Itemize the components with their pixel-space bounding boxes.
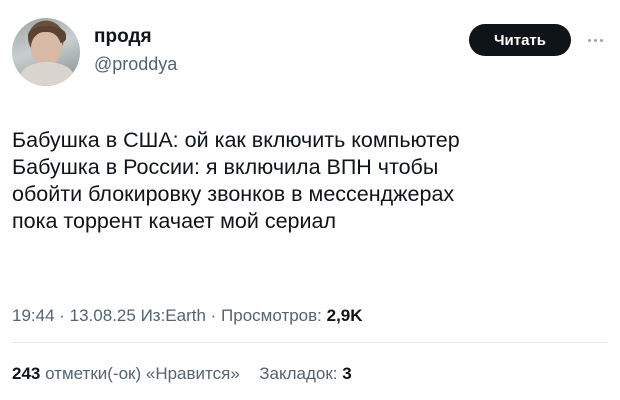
tweet-line: Бабушка в России: я включила ВПН чтобы: [12, 155, 439, 179]
meta-separator: ·: [54, 306, 70, 325]
bookmarks-stat[interactable]: Закладок: 3: [259, 364, 351, 383]
likes-label: отметки(-ок) «Нравится»: [40, 364, 240, 383]
tweet-date[interactable]: 13.08.25: [70, 306, 136, 325]
likes-count: 243: [12, 364, 41, 383]
tweet-text: Бабушка в США: ой как включить компьютер…: [12, 127, 612, 235]
more-dot: [593, 38, 597, 42]
bookmarks-count: 3: [342, 364, 352, 383]
avatar-shirt: [20, 62, 74, 86]
follow-button[interactable]: Читать: [469, 24, 571, 56]
avatar-face: [31, 32, 61, 66]
tweet-card: продя @proddya Читать Бабушка в США: ой …: [0, 0, 620, 400]
tweet-line: обойти блокировку звонков в мессенджерах: [12, 182, 455, 206]
author-display-name[interactable]: продя: [94, 26, 152, 48]
tweet-line: Бабушка в США: ой как включить компьютер: [12, 128, 460, 152]
author-handle[interactable]: @proddya: [94, 54, 177, 75]
more-options-icon[interactable]: [582, 30, 608, 50]
tweet-time[interactable]: 19:44: [12, 306, 55, 325]
meta-separator: ·: [205, 306, 222, 325]
avatar[interactable]: [12, 18, 80, 86]
views-label: Просмотров:: [221, 306, 327, 325]
more-dot: [587, 38, 591, 42]
tweet-meta: 19:44 · 13.08.25 Из:Earth · Просмотров: …: [12, 306, 363, 326]
tweet-source: Из:Earth: [135, 306, 206, 325]
tweet-line: пока торрент качает мой сериал: [12, 209, 337, 233]
divider: [12, 342, 608, 343]
tweet-stats: 243 отметки(-ок) «Нравится» Закладок: 3: [12, 364, 352, 384]
bookmarks-label: Закладок:: [259, 364, 343, 383]
likes-stat[interactable]: 243 отметки(-ок) «Нравится»: [12, 364, 240, 383]
more-dot: [599, 38, 603, 42]
views-count: 2,9K: [326, 306, 363, 325]
